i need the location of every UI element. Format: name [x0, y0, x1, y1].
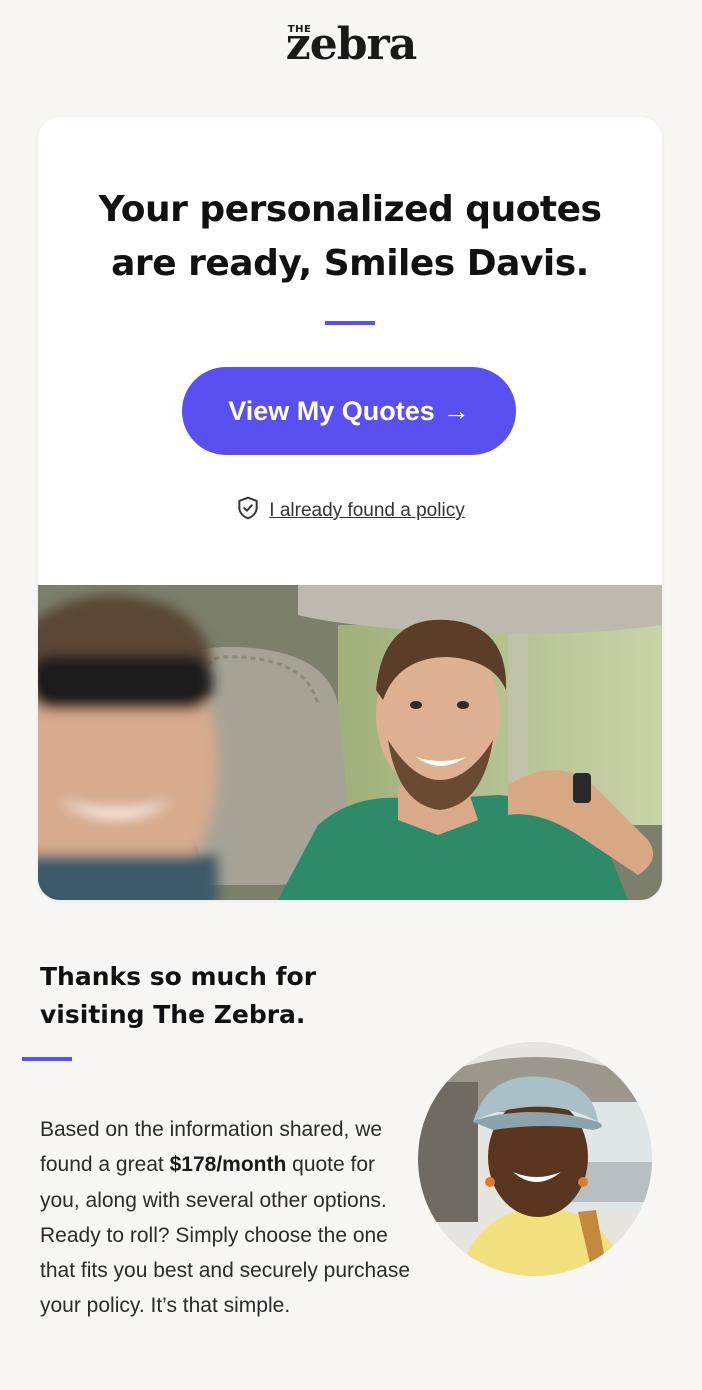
headline-line-2: are ready, Smiles Davis. [111, 243, 589, 284]
price-highlight: $178/month [169, 1153, 287, 1177]
body-text-after: quote for you, along with several other … [40, 1153, 411, 1318]
thanks-body: Based on the information shared, we foun… [40, 1112, 420, 1324]
hero-photo-illustration [38, 585, 662, 900]
arrow-right-icon: → [442, 395, 470, 426]
quotes-card: Your personalized quotes are ready, Smil… [38, 117, 662, 900]
headline-line-1: Your personalized quotes [98, 189, 602, 230]
headline-divider [325, 321, 375, 325]
customer-portrait-illustration [418, 1042, 652, 1276]
thanks-divider [22, 1057, 72, 1061]
thanks-heading: Thanks so much for visiting The Zebra. [40, 962, 317, 1029]
page-headline: Your personalized quotes are ready, Smil… [38, 183, 662, 291]
view-my-quotes-button[interactable]: View My Quotes → [182, 367, 516, 455]
customer-portrait [418, 1042, 652, 1276]
hero-photo [38, 585, 662, 900]
view-my-quotes-label: View My Quotes [228, 395, 435, 426]
already-found-policy-link[interactable]: I already found a policy [269, 500, 464, 522]
shield-check-icon [235, 495, 261, 527]
brand-logo[interactable]: THE zebra [0, 22, 702, 68]
already-found-policy: I already found a policy [38, 495, 662, 527]
logo-the-text: THE [287, 24, 312, 35]
